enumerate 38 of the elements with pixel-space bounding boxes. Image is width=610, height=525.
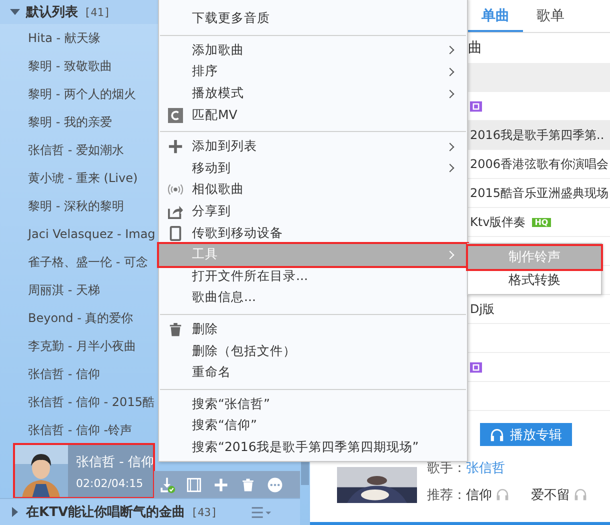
menu-item[interactable]: 传歌到移动设备 bbox=[159, 222, 467, 244]
menu-item[interactable]: 分享到 bbox=[159, 200, 467, 222]
menu-item[interactable]: 格式转换 bbox=[468, 269, 601, 292]
album-name: 2006香港弦歌有你演唱会 bbox=[470, 156, 609, 172]
menu-item[interactable]: 删除（包括文件） bbox=[159, 340, 467, 362]
result-row[interactable]: 2016我是歌手第四季第.. bbox=[468, 121, 610, 150]
menu-item[interactable]: 播放模式 bbox=[159, 82, 467, 104]
menu-item[interactable]: 重命名 bbox=[159, 362, 467, 384]
playlist-title: 在KTV能让你唱断气的金曲 bbox=[26, 504, 186, 521]
menu-item[interactable]: 添加歌曲 bbox=[159, 40, 467, 62]
recommend-label: 推荐： bbox=[427, 486, 466, 504]
menu-item[interactable]: 搜索“2016我是歌手第四季第四期现场” bbox=[159, 436, 467, 458]
menu-item[interactable]: 搜索“信仰” bbox=[159, 415, 467, 437]
album-name: 2016我是歌手第四季第.. bbox=[470, 126, 604, 144]
menu-item[interactable]: 打开文件所在目录... bbox=[159, 266, 467, 288]
album-name: 2015酷音乐亚洲盛典现场 bbox=[470, 184, 609, 202]
results-heading: 曲 bbox=[468, 39, 483, 58]
menu-item[interactable]: 添加到列表 bbox=[159, 136, 467, 158]
now-playing-title: 张信哲 - 信仰 bbox=[76, 454, 154, 470]
menu-item[interactable]: 排序 bbox=[159, 61, 467, 83]
menu-item[interactable]: 搜索“张信哲” bbox=[159, 394, 467, 416]
playlist-count: [43] bbox=[191, 506, 218, 518]
menu-item[interactable]: 移动到 bbox=[159, 158, 467, 180]
menu-item[interactable]: 删除 bbox=[159, 318, 467, 340]
recommended-song[interactable]: 爱不留 bbox=[531, 486, 570, 504]
playback-time: 02:02/04:15 bbox=[76, 476, 144, 490]
album-name: Ktv版伴奏 bbox=[470, 214, 526, 230]
tab[interactable]: 歌单 bbox=[523, 0, 578, 32]
recommended-song[interactable]: 信仰 bbox=[466, 486, 492, 504]
playlist-count: [41] bbox=[84, 6, 110, 18]
playlist-header[interactable]: 在KTV能让你唱断气的金曲 [43] bbox=[0, 498, 300, 525]
album-name: Dj版 bbox=[470, 300, 495, 318]
hq-badge: HQ bbox=[532, 218, 552, 226]
menu-item[interactable]: 匹配MV bbox=[159, 104, 467, 126]
play-album-button[interactable]: 播放专辑 bbox=[480, 423, 572, 446]
menu-item[interactable]: 歌曲信息... bbox=[159, 287, 467, 309]
menu-item[interactable]: 相似歌曲 bbox=[159, 179, 467, 201]
playlist-title: 默认列表 bbox=[26, 4, 78, 21]
